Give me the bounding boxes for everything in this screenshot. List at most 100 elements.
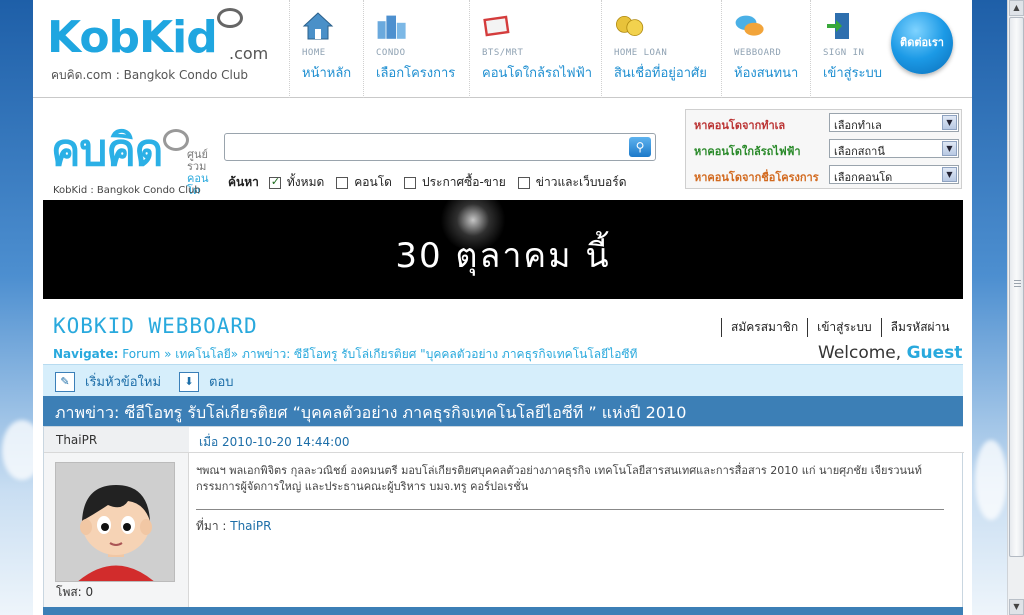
welcome-user: Guest [906,343,963,363]
new-document-icon: ✎ [55,371,75,392]
coins-icon [616,15,644,36]
search-icon: ⚲ [635,140,645,154]
scroll-down-arrow-icon[interactable]: ▼ [1009,599,1024,615]
select-value: เลือกสถานี [834,145,885,158]
post-header: เมื่อ 2010-10-20 14:44:00 [189,427,964,453]
nav-item-home-loan[interactable]: HOME LOAN สินเชื่อที่อยู่อาศัย [601,0,721,98]
filter-option-classifieds[interactable]: ประกาศซื้อ-ขาย [403,173,506,192]
search-area: คบคิด ศูนย์รวม คอนโด KobKid : Bangkok Co… [33,99,972,199]
filter-option-condo[interactable]: คอนโด [336,173,392,192]
scrollbar-grip [1014,280,1021,288]
forgot-password-link[interactable]: ลืมรหัสผ่าน [880,318,959,337]
author-name[interactable]: ThaiPR [56,433,97,447]
select-value: เลือกคอนโด [834,171,893,184]
avatar-illustration [56,463,174,581]
logo-subtitle: คบคิด.com : Bangkok Condo Club [51,68,249,82]
posts-count: โพส: 0 [56,585,94,599]
filter-option-all[interactable]: ทั้งหมด [268,173,325,192]
contact-us-button[interactable]: ติดต่อเรา [891,12,953,74]
cloud-decoration [975,440,1007,520]
post-source: ที่มา : ThaiPR [196,517,271,536]
new-topic-button[interactable]: ✎ เริ่มหัวข้อใหม่ [55,371,161,392]
nav-item-home[interactable]: HOME หน้าหลัก [289,0,363,98]
project-select[interactable]: เลือกคอนโด ▼ [829,165,959,184]
post-date: เมื่อ 2010-10-20 14:44:00 [199,435,350,449]
next-section-header [43,607,963,615]
speech-bubble-icon [163,129,189,151]
door-icon [827,13,849,39]
speech-bubble-icon [217,8,243,28]
finder-row-location: หาคอนโดจากทำเล เลือกทำเล ▼ [686,110,963,136]
forum-post: ThaiPR โพส: 0 เมื่อ 2010-10-20 14:44:00 … [43,426,964,615]
post-author-header: ThaiPR [44,427,189,453]
station-select[interactable]: เลือกสถานี ▼ [829,139,959,158]
chevron-down-icon: ▼ [942,167,957,182]
buildings-icon [377,15,406,39]
chevron-down-icon: ▼ [942,141,957,156]
reply-button[interactable]: ⬇ ตอบ [179,371,234,392]
promo-banner[interactable]: 30 ตุลาคม นี้ [43,200,963,299]
filter-checkbox[interactable] [517,176,530,189]
finder-label: หาคอนโดใกล้รถไฟฟ้า [694,145,801,158]
topic-action-bar: ✎ เริ่มหัวข้อใหม่ ⬇ ตอบ [43,364,963,396]
source-label: ที่มา : [196,519,227,533]
nav-th-label: เข้าสู่ระบบ [823,66,883,81]
nav-item-webboard[interactable]: WEBBOARD ห้องสนทนา [721,0,810,98]
book-icon [483,15,510,37]
logo2-subtitle: KobKid : Bangkok Condo Club [53,185,201,196]
nav-th-label: เลือกโครงการ [376,66,456,81]
login-link[interactable]: เข้าสู่ระบบ [807,318,881,337]
search-label: ค้นหา [228,175,259,189]
logo-wordmark: KobKid [47,12,218,63]
condo-finder: หาคอนโดจากทำเล เลือกทำเล ▼ หาคอนโดใกล้รถไ… [685,109,962,189]
filter-checkbox[interactable] [336,176,349,189]
finder-label: หาคอนโดจากชื่อโครงการ [694,171,819,184]
page-background-left [0,0,33,615]
page-container: KobKid .com คบคิด.com : Bangkok Condo Cl… [33,0,972,615]
search-input[interactable] [224,133,656,161]
nav-item-sign-in[interactable]: SIGN IN เข้าสู่ระบบ [810,0,900,98]
filter-checkbox[interactable] [403,176,416,189]
nav-item-bts-mrt[interactable]: BTS/MRT คอนโดใกล้รถไฟฟ้า [469,0,601,98]
post-divider [196,509,944,510]
filter-option-news[interactable]: ข่าวและเว็บบอร์ด [517,173,627,192]
post-author-column: ThaiPR โพส: 0 [44,427,189,615]
register-link[interactable]: สมัครสมาชิก [721,318,807,337]
new-topic-label: เริ่มหัวข้อใหม่ [85,375,162,390]
search-filters: ค้นหา ทั้งหมด คอนโด ประกาศซื้อ-ขาย ข่าวแ… [228,173,639,192]
nav-en-label: HOME [302,48,326,58]
filter-checkbox[interactable] [268,175,281,189]
vertical-scrollbar[interactable]: ▲ ▼ [1007,0,1024,615]
search-button[interactable]: ⚲ [629,137,651,157]
post-body: ฯพณฯ พลเอกพิจิตร กุลละวณิชย์ องคมนตรี มอ… [196,464,922,493]
breadcrumb-path[interactable]: Forum » เทคโนโลยี» ภาพข่าว: ซีอีโอทรู รั… [122,347,637,361]
scroll-up-arrow-icon[interactable]: ▲ [1009,0,1024,16]
finder-label: หาคอนโดจากทำเล [694,119,786,132]
site-logo[interactable]: KobKid .com คบคิด.com : Bangkok Condo Cl… [47,6,277,86]
banner-text: 30 ตุลาคม นี้ [395,236,611,276]
breadcrumb: Navigate: Forum » เทคโนโลยี» ภาพข่าว: ซี… [53,345,637,364]
location-select[interactable]: เลือกทำเล ▼ [829,113,959,132]
filter-label: ทั้งหมด [286,175,325,189]
logo2-tagline-top: ศูนย์รวม [187,148,208,173]
nav-en-label: SIGN IN [823,48,865,58]
webboard-title: KOBKID WEBBOARD [53,314,258,338]
avatar [55,462,175,582]
nav-item-condo[interactable]: CONDO เลือกโครงการ [363,0,469,98]
secondary-logo[interactable]: คบคิด ศูนย์รวม คอนโด KobKid : Bangkok Co… [51,115,208,197]
finder-row-station: หาคอนโดใกล้รถไฟฟ้า เลือกสถานี ▼ [686,136,963,162]
reply-label: ตอบ [209,375,234,390]
scrollbar-thumb[interactable] [1009,17,1024,557]
source-link[interactable]: ThaiPR [230,519,271,533]
nav-th-label: ห้องสนทนา [734,66,799,81]
nav-en-label: CONDO [376,48,406,58]
filter-label: ประกาศซื้อ-ขาย [421,175,506,189]
breadcrumb-label: Navigate: [53,347,119,361]
site-header: KobKid .com คบคิด.com : Bangkok Condo Cl… [33,0,972,98]
logo-tld: .com [229,44,269,63]
nav-th-label: สินเชื่อที่อยู่อาศัย [614,66,707,81]
nav-en-label: BTS/MRT [482,48,524,58]
select-value: เลือกทำเล [834,119,882,132]
welcome-text: Welcome, [818,343,902,363]
finder-row-project: หาคอนโดจากชื่อโครงการ เลือกคอนโด ▼ [686,162,963,188]
